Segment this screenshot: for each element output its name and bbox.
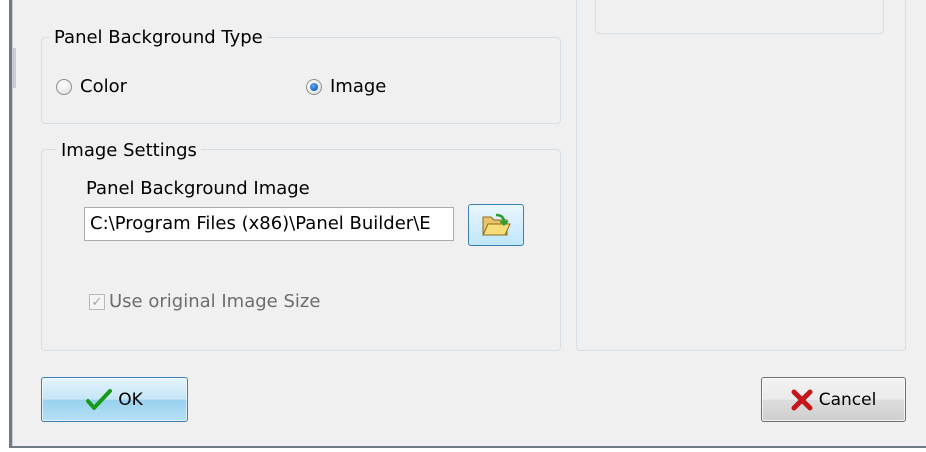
ok-button[interactable]: OK [41, 377, 188, 422]
radio-image-label: Image [330, 76, 387, 97]
image-settings-group-title: Image Settings [57, 140, 201, 162]
red-x-icon [791, 389, 813, 411]
background-image-label: Panel Background Image [86, 178, 310, 199]
window-bottom-margin [0, 448, 926, 452]
window-left-margin [0, 0, 9, 452]
right-preview-panel [576, 0, 906, 351]
folder-open-icon [481, 212, 511, 238]
ok-button-label: OK [118, 389, 143, 410]
browse-image-button[interactable] [468, 204, 524, 246]
radio-color-label: Color [80, 76, 127, 97]
cancel-button[interactable]: Cancel [761, 377, 906, 422]
radio-image-indicator[interactable] [306, 79, 322, 95]
use-original-size-label: Use original Image Size [109, 291, 321, 312]
checkmark-icon [86, 388, 113, 411]
resize-grip[interactable] [13, 48, 16, 88]
background-image-path-input[interactable]: C:\Program Files (x86)\Panel Builder\E [84, 207, 454, 241]
radio-color[interactable]: Color [56, 76, 127, 98]
background-type-group-title: Panel Background Type [50, 27, 267, 49]
use-original-size-option[interactable]: ✓ Use original Image Size [89, 291, 320, 313]
radio-color-indicator[interactable] [56, 79, 72, 95]
cancel-button-label: Cancel [818, 389, 877, 410]
radio-image[interactable]: Image [306, 76, 386, 98]
use-original-size-checkbox[interactable]: ✓ [89, 294, 105, 310]
